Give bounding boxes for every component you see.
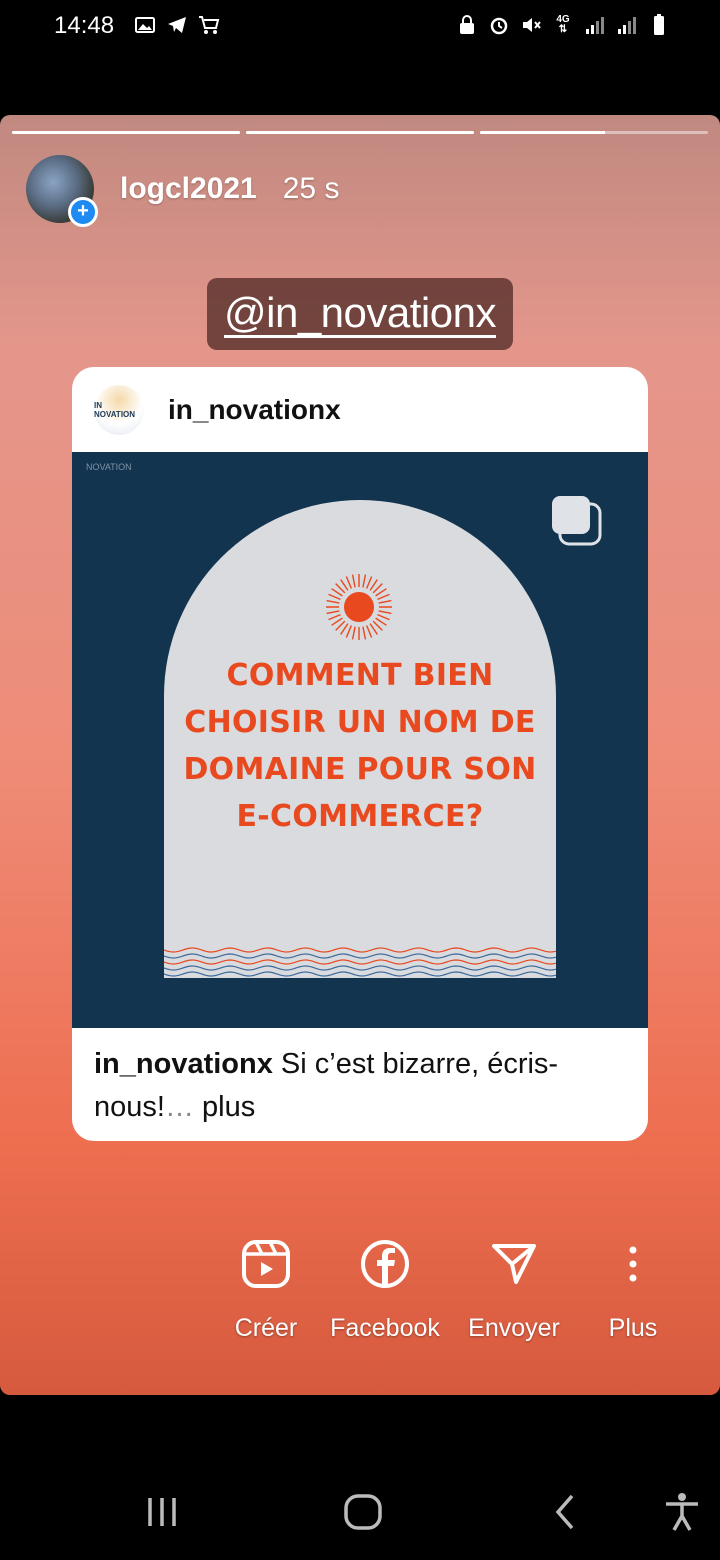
data-arrows-icon: ⇅ [558, 24, 568, 35]
progress-fill [12, 131, 240, 134]
headline-line: E-COMMERCE? [236, 799, 484, 834]
telegram-icon [166, 14, 188, 36]
headline-line: CHOISIR UN NOM DE [184, 705, 536, 740]
progress-segment [480, 131, 708, 134]
system-icons: 4G ⇅ [456, 14, 670, 36]
story-username[interactable]: logcl2021 [120, 172, 257, 206]
progress-fill [480, 131, 606, 134]
lock-icon [456, 14, 478, 36]
post-avatar[interactable]: IN NOVATION [94, 384, 144, 435]
story-progress [12, 131, 708, 134]
action-label: Envoyer [468, 1314, 560, 1342]
action-envoyer[interactable]: Envoyer [454, 1238, 574, 1343]
post-logo-text: NOVATION [86, 462, 132, 472]
progress-segment [12, 131, 240, 134]
back-icon[interactable] [546, 1492, 586, 1532]
wave-decoration [164, 947, 556, 977]
navigation-bar [0, 1460, 720, 1560]
facebook-icon [359, 1238, 411, 1290]
post-caption[interactable]: in_novationx Si c’est bizarre, écris-nou… [94, 1043, 634, 1129]
cart-icon [198, 14, 220, 36]
mention-text: @in_novationx [224, 288, 496, 338]
story-viewer[interactable]: + logcl2021 25 s @in_novationx IN NOVATI… [0, 115, 720, 1395]
status-bar: 14:48 4G ⇅ [0, 0, 720, 56]
notification-icons [134, 14, 220, 36]
status-time: 14:48 [54, 12, 115, 39]
sun-icon [326, 574, 392, 640]
post-header: IN NOVATION in_novationx [72, 367, 648, 452]
post-image[interactable]: NOVATION COMMENT BIEN CHOISIR UN NOM DE DO… [72, 452, 648, 1028]
headline-arch: COMMENT BIEN CHOISIR UN NOM DE DOMAINE POU… [164, 500, 556, 978]
signal-icon [584, 14, 606, 36]
alarm-icon [488, 14, 510, 36]
progress-fill [246, 131, 474, 134]
action-label: Créer [234, 1314, 298, 1342]
4g-icon: 4G ⇅ [552, 14, 574, 36]
gallery-icon [134, 14, 156, 36]
carousel-icon [552, 496, 602, 546]
action-label: Facebook [330, 1314, 440, 1342]
mute-icon [520, 14, 542, 36]
home-icon[interactable] [343, 1492, 383, 1532]
caption-ellipsis: … [164, 1091, 194, 1123]
recents-icon[interactable] [142, 1492, 182, 1532]
send-icon [488, 1238, 540, 1290]
action-facebook[interactable]: Facebook [325, 1238, 445, 1343]
reels-icon [240, 1238, 292, 1290]
progress-segment [246, 131, 474, 134]
action-label: Plus [608, 1314, 658, 1342]
add-story-icon[interactable]: + [68, 197, 98, 227]
accessibility-icon[interactable] [662, 1492, 702, 1532]
post-username[interactable]: in_novationx [168, 394, 341, 426]
action-plus[interactable]: Plus [573, 1238, 693, 1343]
signal-icon-2 [616, 14, 638, 36]
headline-line: COMMENT BIEN [226, 658, 494, 693]
story-header: + logcl2021 25 s [26, 155, 340, 227]
post-headline: COMMENT BIEN CHOISIR UN NOM DE DOMAINE POU… [164, 652, 556, 840]
post-avatar-text: IN NOVATION [94, 400, 136, 419]
story-avatar[interactable]: + [26, 155, 98, 227]
headline-line: DOMAINE POUR SON [183, 752, 537, 787]
action-creer[interactable]: Créer [206, 1238, 326, 1343]
caption-more-link[interactable]: plus [194, 1091, 255, 1123]
shared-post-card[interactable]: IN NOVATION in_novationx NOVATION COMMEN… [72, 367, 648, 1141]
caption-username[interactable]: in_novationx [94, 1048, 273, 1080]
story-time: 25 s [282, 172, 340, 205]
mention-sticker[interactable]: @in_novationx [207, 278, 513, 350]
more-icon [607, 1238, 659, 1290]
post-logo: NOVATION [86, 462, 132, 472]
share-actions: Créer Facebook Envoyer Plus [220, 1238, 690, 1358]
battery-icon [648, 14, 670, 36]
